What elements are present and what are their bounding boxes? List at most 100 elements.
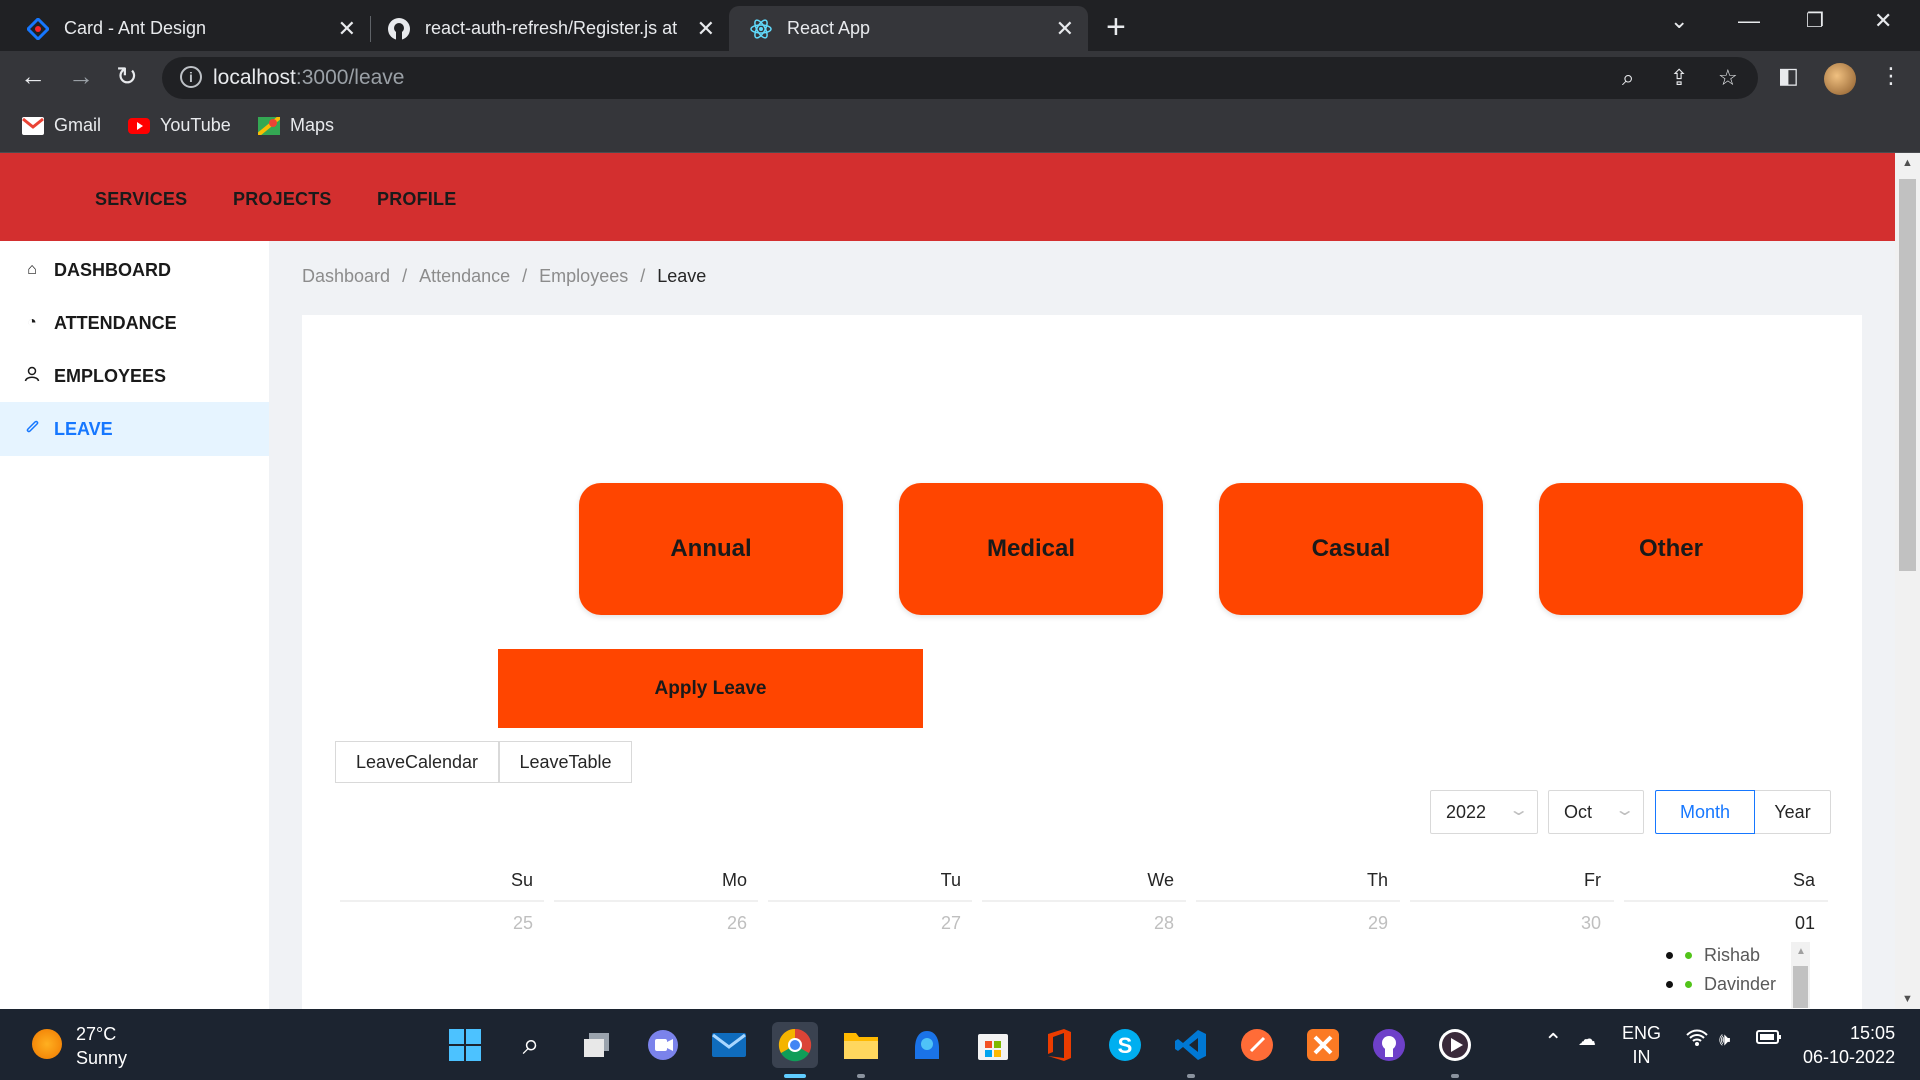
mode-month-radio[interactable]: Month bbox=[1655, 790, 1755, 834]
volume-icon[interactable]: 🕪 bbox=[1719, 1029, 1730, 1050]
bookmark-youtube[interactable]: YouTube bbox=[128, 115, 231, 136]
close-icon[interactable]: ✕ bbox=[1056, 16, 1074, 42]
postman-icon[interactable] bbox=[1237, 1025, 1277, 1065]
sun-icon[interactable] bbox=[32, 1029, 62, 1059]
minimize-icon[interactable]: — bbox=[1738, 8, 1760, 34]
leave-card-other[interactable]: Other bbox=[1539, 483, 1803, 615]
running-app-indicator bbox=[1187, 1074, 1195, 1078]
tab-react-app[interactable]: React App ✕ bbox=[729, 6, 1088, 51]
reload-icon[interactable]: ↻ bbox=[116, 61, 138, 92]
profile-avatar[interactable] bbox=[1824, 63, 1856, 95]
chevron-up-icon[interactable]: ⌃ bbox=[1544, 1029, 1562, 1055]
tab-search-icon[interactable]: ⌄ bbox=[1670, 8, 1688, 34]
back-icon[interactable]: ← bbox=[20, 61, 46, 92]
weekday-tu: Tu bbox=[940, 870, 961, 890]
mail-icon[interactable] bbox=[709, 1025, 749, 1065]
cell-scrollbar[interactable]: ▲ bbox=[1791, 942, 1810, 1008]
tab-card-ant-design[interactable]: Card - Ant Design ✕ bbox=[0, 6, 370, 51]
bookmark-star-icon[interactable]: ☆ bbox=[1718, 65, 1738, 91]
url-text[interactable]: localhost:3000/leave bbox=[213, 66, 404, 90]
new-tab-button[interactable]: + bbox=[1106, 8, 1126, 47]
site-info-icon[interactable]: i bbox=[180, 66, 202, 88]
year-select[interactable]: 2022 ⌄ bbox=[1430, 790, 1538, 834]
youtube-icon bbox=[128, 117, 150, 135]
bookmark-maps[interactable]: Maps bbox=[256, 114, 334, 137]
calendar-event[interactable]: Rishab bbox=[1666, 945, 1760, 966]
calendar-event[interactable]: Davinder bbox=[1666, 974, 1776, 995]
skype-icon[interactable]: S bbox=[1105, 1025, 1145, 1065]
office-icon[interactable] bbox=[1039, 1025, 1079, 1065]
breadcrumb-employees[interactable]: Employees bbox=[539, 266, 628, 287]
nav-projects[interactable]: PROJECTS bbox=[233, 189, 332, 210]
leave-card-casual[interactable]: Casual bbox=[1219, 483, 1483, 615]
close-icon[interactable]: ✕ bbox=[697, 16, 715, 42]
tab-github-register[interactable]: react-auth-refresh/Register.js at m ✕ bbox=[371, 6, 729, 51]
start-icon[interactable] bbox=[445, 1025, 485, 1065]
date-cell[interactable]: 29 bbox=[1330, 913, 1388, 934]
scroll-up-icon[interactable]: ▲ bbox=[1796, 946, 1806, 957]
dashboard-icon: ◔ bbox=[27, 314, 37, 331]
apply-leave-button[interactable]: Apply Leave bbox=[498, 649, 923, 728]
vscode-icon[interactable] bbox=[1171, 1025, 1211, 1065]
status-dot bbox=[1685, 981, 1692, 988]
chevron-down-icon: ⌄ bbox=[1613, 802, 1636, 819]
date-cell[interactable]: 25 bbox=[490, 913, 533, 934]
nav-profile[interactable]: PROFILE bbox=[377, 189, 456, 210]
sidebar-item-leave[interactable]: LEAVE bbox=[0, 402, 269, 456]
date-cell[interactable]: 01 bbox=[1750, 913, 1815, 934]
menu-kebab-icon[interactable]: ⋮ bbox=[1880, 63, 1902, 89]
onedrive-icon[interactable]: ☁ bbox=[1578, 1029, 1596, 1050]
leave-card-annual[interactable]: Annual bbox=[579, 483, 843, 615]
breadcrumb-separator: / bbox=[640, 266, 646, 286]
system-clock[interactable]: 15:05 06-10-2022 bbox=[1803, 1021, 1895, 1069]
weather-widget[interactable]: 27°C Sunny bbox=[76, 1022, 127, 1070]
scroll-down-icon[interactable]: ▼ bbox=[1902, 993, 1913, 1005]
search-icon[interactable]: ⌕ bbox=[511, 1025, 551, 1065]
xampp-icon[interactable] bbox=[1303, 1025, 1343, 1065]
ant-design-icon bbox=[26, 17, 50, 41]
date-cell[interactable]: 30 bbox=[1540, 913, 1601, 934]
bookmark-gmail[interactable]: Gmail bbox=[22, 115, 101, 136]
store-blue-icon[interactable] bbox=[907, 1025, 947, 1065]
breadcrumb-leave: Leave bbox=[657, 266, 707, 286]
breadcrumb-dashboard[interactable]: Dashboard bbox=[302, 266, 390, 287]
browser-tab-strip: Card - Ant Design ✕ react-auth-refresh/R… bbox=[0, 0, 1920, 51]
month-select[interactable]: Oct ⌄ bbox=[1548, 790, 1644, 834]
sidebar-item-attendance[interactable]: ◔ ATTENDANCE bbox=[0, 296, 269, 350]
date-cell[interactable]: 28 bbox=[1120, 913, 1174, 934]
nav-services[interactable]: SERVICES bbox=[95, 189, 187, 210]
scroll-thumb[interactable] bbox=[1793, 966, 1808, 1008]
wifi-icon[interactable] bbox=[1686, 1029, 1708, 1052]
media-player-icon[interactable] bbox=[1435, 1025, 1475, 1065]
scroll-thumb[interactable] bbox=[1899, 179, 1916, 571]
tab-leave-calendar[interactable]: LeaveCalendar bbox=[335, 741, 499, 783]
mode-year-radio[interactable]: Year bbox=[1755, 790, 1831, 834]
close-window-icon[interactable]: ✕ bbox=[1874, 8, 1892, 34]
side-panel-icon[interactable]: ◧ bbox=[1778, 63, 1799, 89]
page-scrollbar[interactable]: ▲ ▼ bbox=[1895, 153, 1920, 1009]
microsoft-store-icon[interactable] bbox=[973, 1025, 1013, 1065]
scroll-up-icon[interactable]: ▲ bbox=[1902, 157, 1913, 169]
restore-icon[interactable]: ❐ bbox=[1806, 8, 1824, 33]
breadcrumb-attendance[interactable]: Attendance bbox=[419, 266, 510, 287]
date-cell[interactable]: 26 bbox=[700, 913, 747, 934]
file-explorer-icon[interactable] bbox=[841, 1025, 881, 1065]
sidebar-item-dashboard[interactable]: ⌂ DASHBOARD bbox=[0, 243, 269, 297]
language-indicator[interactable]: ENG IN bbox=[1622, 1021, 1661, 1069]
github-desktop-icon[interactable] bbox=[1369, 1025, 1409, 1065]
task-view-icon[interactable] bbox=[577, 1025, 617, 1065]
leave-card-medical[interactable]: Medical bbox=[899, 483, 1163, 615]
close-icon[interactable]: ✕ bbox=[338, 16, 356, 42]
date-cell[interactable]: 27 bbox=[910, 913, 961, 934]
chrome-icon[interactable] bbox=[772, 1022, 818, 1068]
sidebar-item-employees[interactable]: EMPLOYEES bbox=[0, 349, 269, 403]
cell-border bbox=[1196, 900, 1400, 902]
tab-leave-table[interactable]: LeaveTable bbox=[499, 741, 632, 783]
zoom-icon[interactable]: ⌕ bbox=[1622, 65, 1634, 91]
breadcrumb-separator: / bbox=[522, 266, 528, 286]
teams-chat-icon[interactable] bbox=[643, 1025, 683, 1065]
address-bar[interactable]: i localhost:3000/leave ⌕ ⇪ ☆ bbox=[162, 57, 1758, 99]
battery-icon[interactable] bbox=[1756, 1029, 1782, 1050]
forward-icon[interactable]: → bbox=[68, 61, 94, 92]
share-icon[interactable]: ⇪ bbox=[1670, 65, 1688, 91]
